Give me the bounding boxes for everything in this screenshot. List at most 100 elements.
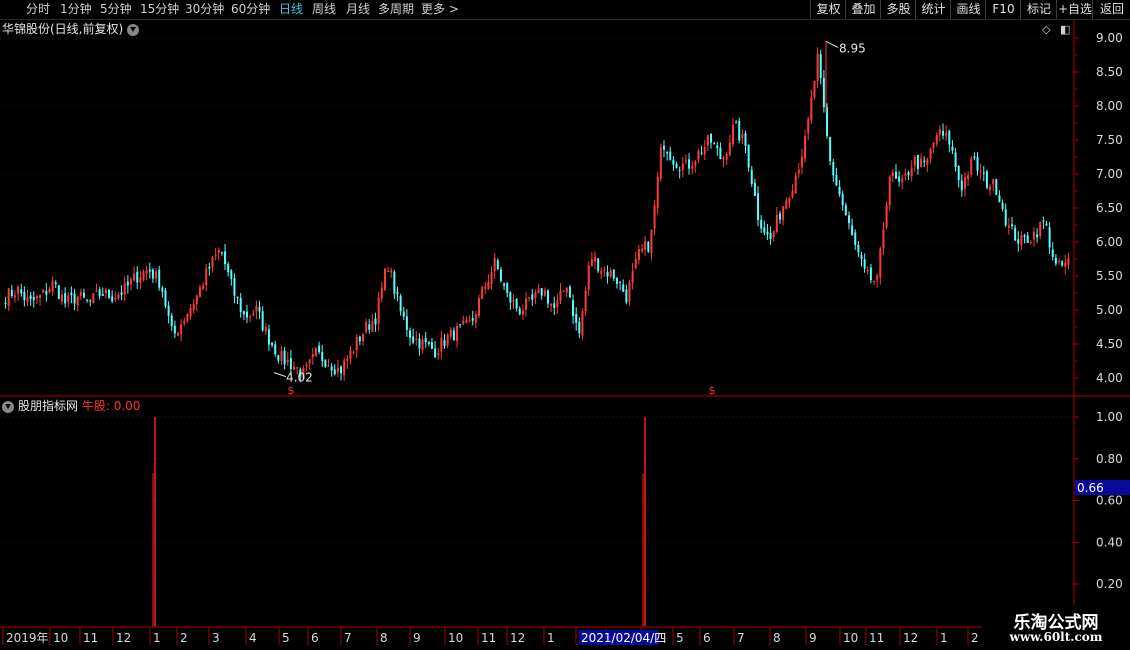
date-axis-label: 1 [153, 631, 161, 645]
candle-body [424, 337, 427, 343]
candle-body [1048, 227, 1051, 248]
candle-body [20, 289, 23, 294]
candle-body [57, 285, 60, 299]
candle-body [960, 180, 963, 191]
indicator-axis-label: 0.60 [1096, 494, 1123, 508]
candle-body [380, 287, 383, 299]
candle-body [675, 163, 678, 168]
date-axis-label: 3 [212, 631, 220, 645]
date-axis-label: 1 [940, 631, 948, 645]
candle-body [349, 350, 352, 360]
candle-body [869, 267, 872, 281]
date-axis-label: 11 [481, 631, 496, 645]
candle-body [67, 295, 70, 303]
candle-body [565, 287, 568, 293]
candle-body [471, 318, 474, 321]
candle-body [371, 320, 374, 332]
candle-body [797, 169, 800, 174]
candle-body [224, 251, 227, 265]
candle-body [857, 244, 860, 253]
candle-body [396, 292, 399, 295]
candle-body [634, 258, 637, 269]
candle-body [108, 289, 111, 298]
candle-body [888, 176, 891, 206]
candle-body [271, 342, 274, 346]
candle-body [13, 295, 16, 298]
date-axis-label: 8 [773, 631, 781, 645]
date-axis-label: 2019年 [6, 631, 49, 645]
candle-body [568, 286, 571, 298]
signal-marker: $ [288, 384, 295, 397]
candle-body [851, 225, 854, 235]
candle-body [910, 167, 913, 177]
candle-body [468, 320, 471, 322]
date-axis-label: 4 [249, 631, 257, 645]
candle-body [678, 170, 681, 172]
candle-body [35, 296, 38, 299]
date-axis-label: 6 [703, 631, 711, 645]
candle-body [70, 292, 73, 296]
candle-body [145, 270, 148, 274]
candle-body [4, 302, 7, 304]
candle-body [844, 205, 847, 215]
candle-body [923, 160, 926, 163]
kline-chart[interactable]: 9.00 8.50 8.00 7.50 7.00 6.50 6.00 5.50 5.00 4.50… [0, 0, 1130, 650]
candle-body [333, 369, 336, 375]
candle-body [747, 144, 750, 168]
candle-body [1007, 225, 1010, 229]
candle-body [1067, 258, 1070, 265]
candle-body [769, 232, 772, 240]
candle-body [296, 367, 299, 369]
candle-body [722, 157, 725, 160]
candle-body [907, 172, 910, 176]
indicator-axis-label: 0.20 [1096, 577, 1123, 591]
candle-body [753, 182, 756, 197]
watermark: 乐淘公式网 www.60lt.com [982, 606, 1130, 650]
candle-body [1051, 249, 1054, 257]
candle-body [280, 350, 283, 362]
candle-body [597, 258, 600, 272]
date-axis-label: 2 [971, 631, 979, 645]
candle-body [976, 157, 979, 171]
candle-body [434, 348, 437, 358]
date-axis-label: 7 [344, 631, 352, 645]
candle-body [274, 344, 277, 355]
candle-body [236, 296, 239, 299]
candle-body [305, 364, 308, 367]
price-axis-label: 7.00 [1096, 167, 1123, 181]
candle-body [10, 289, 13, 296]
candle-body [123, 283, 126, 295]
candle-body [719, 147, 722, 160]
candle-body [318, 345, 321, 353]
candle-body [1023, 235, 1026, 237]
candle-body [728, 142, 731, 156]
candle-body [1017, 239, 1020, 244]
candle-body [242, 311, 245, 315]
candle-body [1039, 221, 1042, 237]
candle-body [32, 297, 35, 301]
candle-body [340, 366, 343, 374]
candle-body [540, 288, 543, 296]
candle-body [656, 176, 659, 208]
indicator-axis-label: 0.40 [1096, 535, 1123, 549]
candle-body [252, 313, 255, 316]
candle-body [245, 311, 248, 318]
candle-body [133, 273, 136, 281]
candle-body [89, 300, 92, 302]
candle-body [343, 360, 346, 376]
candle-body [954, 152, 957, 168]
date-axis-label: 12 [903, 631, 918, 645]
candle-body [841, 194, 844, 206]
date-axis-label: 12 [116, 631, 131, 645]
candle-body [800, 156, 803, 168]
date-axis-label: 5 [282, 631, 290, 645]
candle-body [628, 282, 631, 302]
candle-body [321, 351, 324, 362]
candle-body [694, 161, 697, 166]
candle-body [901, 178, 904, 183]
candle-body [180, 324, 183, 335]
candle-body [951, 146, 954, 151]
candle-body [481, 287, 484, 299]
candle-body [73, 293, 76, 304]
candle-body [327, 365, 330, 367]
